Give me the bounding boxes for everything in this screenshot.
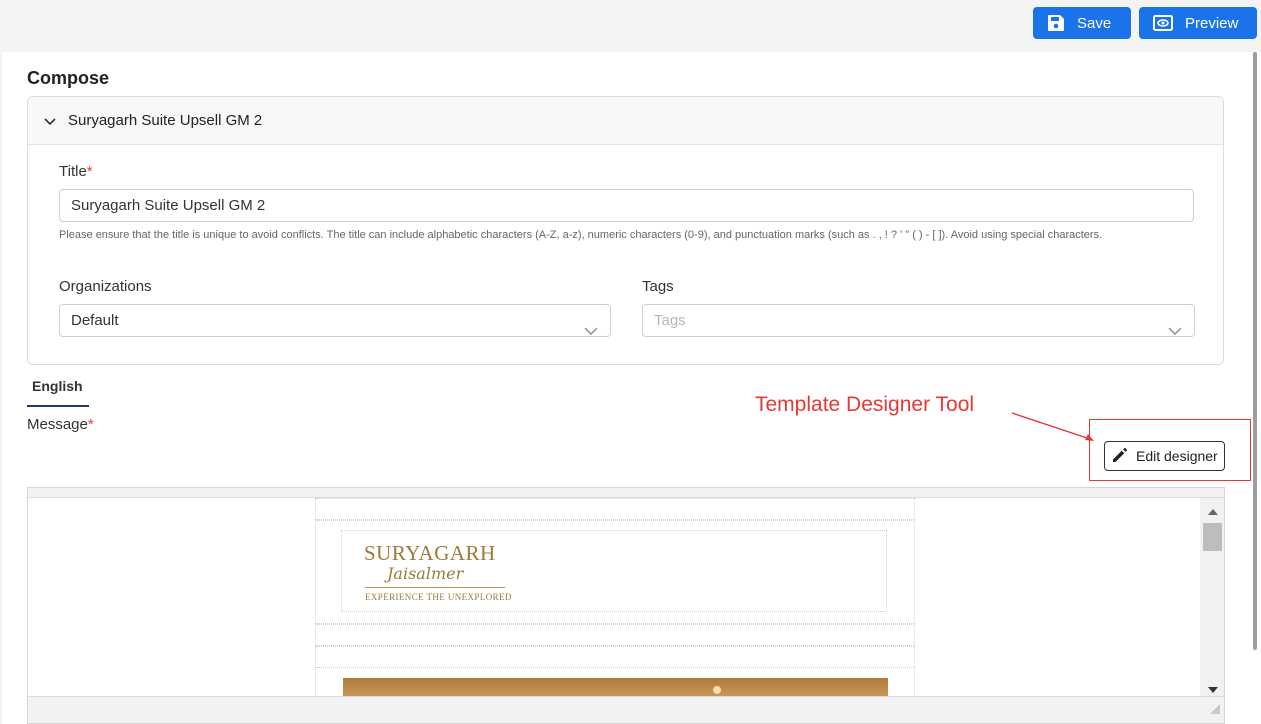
organizations-select[interactable]: Default: [59, 304, 611, 337]
save-button[interactable]: Save: [1033, 7, 1131, 39]
card-header[interactable]: Suryagarh Suite Upsell GM 2: [28, 97, 1223, 145]
title-input-value: Suryagarh Suite Upsell GM 2: [71, 197, 266, 214]
email-preview-canvas[interactable]: SURYAGARH Jaisalmer EXPERIENCE THE UNEXP…: [28, 498, 1200, 698]
editor-bottom-bar: [28, 696, 1224, 723]
brand-name: SURYAGARH: [364, 541, 496, 565]
required-mark: *: [86, 163, 93, 180]
brand-logo[interactable]: SURYAGARH Jaisalmer EXPERIENCE THE UNEXP…: [341, 530, 887, 612]
email-spacer-row: [316, 498, 914, 520]
email-spacer-row: [316, 646, 914, 668]
scroll-up-icon[interactable]: [1208, 502, 1218, 520]
required-mark: *: [87, 416, 94, 433]
brand-script: Jaisalmer: [387, 564, 464, 583]
organizations-label: Organizations: [59, 278, 152, 295]
title-input[interactable]: Suryagarh Suite Upsell GM 2: [59, 189, 1194, 222]
brand-rule: [365, 587, 505, 588]
card-header-title: Suryagarh Suite Upsell GM 2: [68, 112, 263, 129]
tab-english[interactable]: English: [32, 378, 83, 394]
message-preview-frame: SURYAGARH Jaisalmer EXPERIENCE THE UNEXP…: [27, 487, 1225, 724]
email-spacer-row: [316, 624, 914, 646]
email-body-column: SURYAGARH Jaisalmer EXPERIENCE THE UNEXP…: [315, 498, 915, 698]
tags-label: Tags: [642, 278, 674, 295]
top-toolbar: Save Preview: [0, 0, 1261, 52]
title-label: Title*: [59, 163, 93, 180]
title-help-text: Please ensure that the title is unique t…: [59, 229, 1103, 241]
page-scrollbar-thumb[interactable]: [1253, 52, 1257, 650]
preview-scroll-thumb[interactable]: [1203, 523, 1222, 551]
brand-tagline: EXPERIENCE THE UNEXPLORED: [365, 592, 512, 602]
edit-designer-label: Edit designer: [1136, 448, 1218, 464]
chevron-down-icon[interactable]: [44, 114, 56, 132]
hero-image[interactable]: [343, 678, 888, 698]
chevron-down-icon: [584, 316, 598, 347]
save-icon: [1047, 14, 1065, 32]
save-button-label: Save: [1077, 14, 1112, 32]
editor-top-strip: [28, 488, 1224, 498]
eye-icon: [1153, 14, 1173, 32]
tab-active-indicator: [27, 405, 89, 407]
organizations-value: Default: [71, 312, 119, 329]
message-label: Message*: [27, 416, 94, 433]
preview-button[interactable]: Preview: [1139, 7, 1257, 39]
tags-select[interactable]: Tags: [642, 304, 1195, 337]
preview-scrollbar[interactable]: [1200, 498, 1224, 698]
annotation-label: Template Designer Tool: [755, 393, 975, 416]
lamp-highlight: [713, 686, 721, 694]
annotation-arrow: [1011, 412, 1094, 441]
compose-heading: Compose: [27, 68, 110, 88]
pencil-icon: [1111, 446, 1129, 467]
chevron-down-icon: [1168, 316, 1182, 347]
resize-grip-icon[interactable]: [1210, 701, 1220, 719]
edit-designer-button[interactable]: Edit designer: [1104, 441, 1225, 471]
preview-button-label: Preview: [1185, 14, 1239, 32]
tags-placeholder: Tags: [654, 312, 686, 329]
message-label-text: Message: [27, 416, 88, 433]
template-card: Suryagarh Suite Upsell GM 2 Title* Surya…: [27, 96, 1224, 365]
title-label-text: Title: [59, 163, 87, 180]
compose-panel: Compose Suryagarh Suite Upsell GM 2 Titl…: [2, 52, 1252, 724]
